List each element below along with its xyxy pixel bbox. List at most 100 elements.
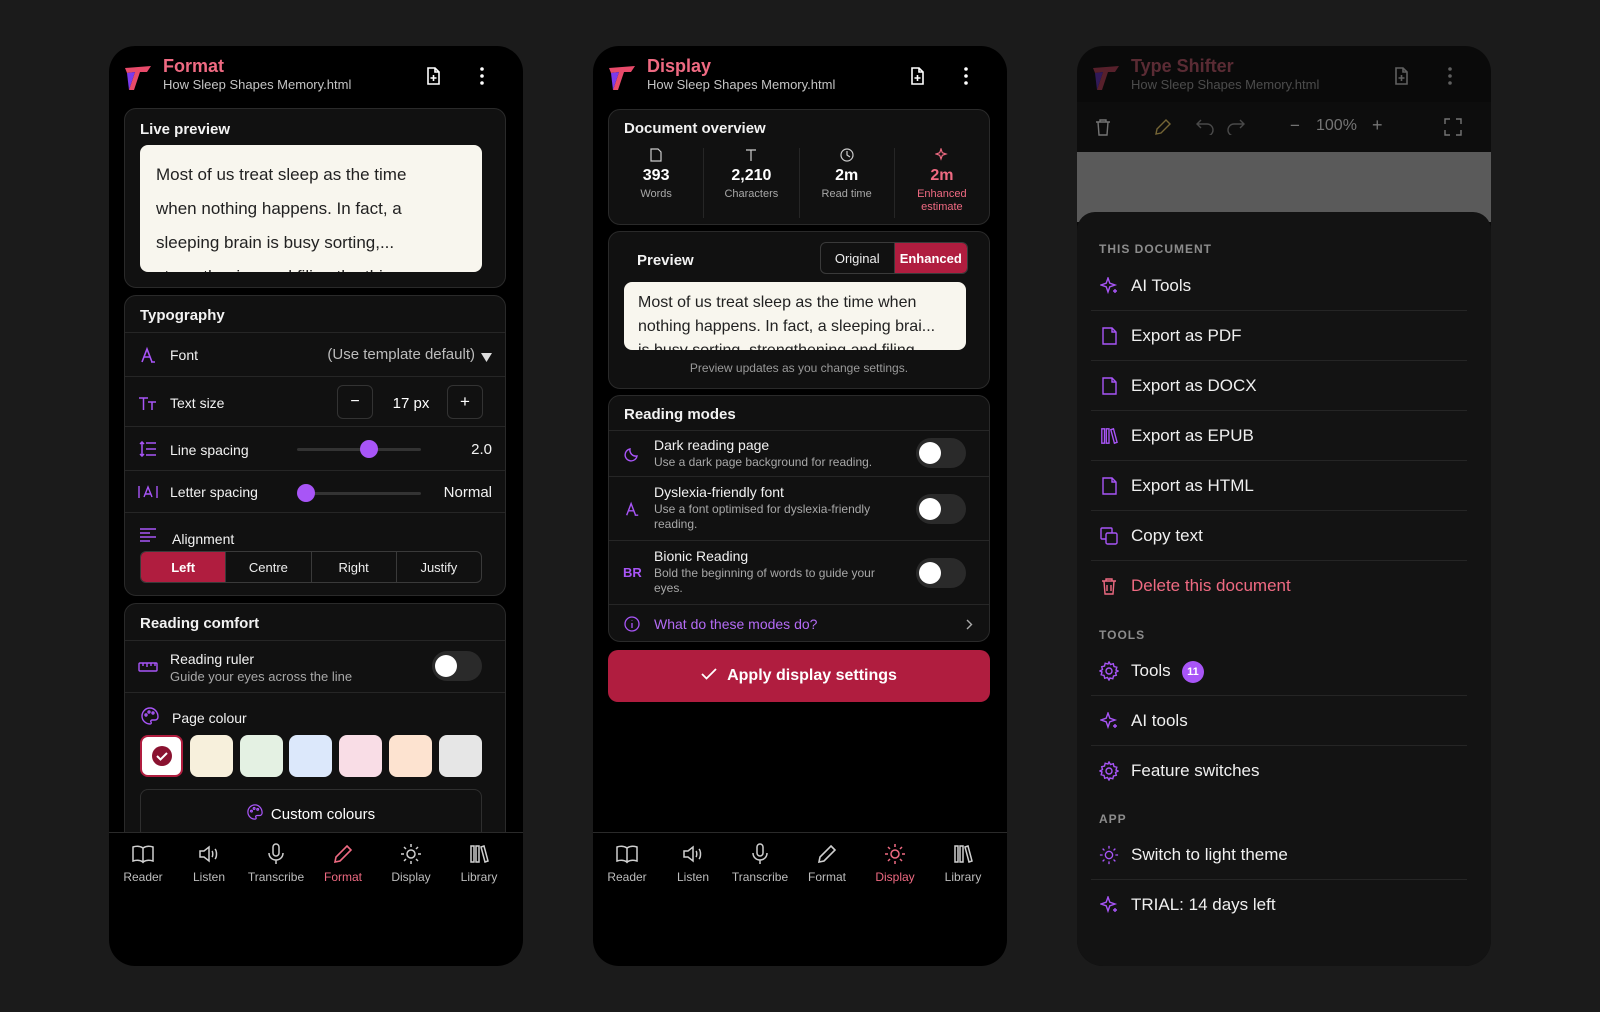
new-document-icon[interactable]	[421, 64, 445, 88]
menu-switch-theme[interactable]: Switch to light theme	[1091, 830, 1467, 880]
more-options-icon[interactable]	[470, 64, 494, 88]
dark-reading-toggle[interactable]	[916, 438, 966, 468]
menu-export-docx[interactable]: Export as DOCX	[1091, 361, 1467, 411]
nav-listen[interactable]: Listen	[175, 841, 243, 884]
highlighter-icon[interactable]	[1154, 118, 1172, 141]
nav-listen[interactable]: Listen	[659, 841, 727, 884]
custom-colours-label: Custom colours	[270, 805, 376, 823]
preview-line: when nothing happens. In fact, a	[156, 199, 402, 218]
fullscreen-icon[interactable]	[1444, 118, 1462, 141]
more-options-icon[interactable]	[954, 64, 978, 88]
colour-swatch[interactable]	[389, 735, 432, 777]
reading-comfort-card: Reading comfort Reading ruler Guide your…	[124, 603, 506, 843]
palette-icon	[140, 706, 160, 726]
colour-swatch[interactable]	[438, 735, 482, 777]
bottom-navigation: Reader Listen Transcribe Format Display …	[593, 832, 1007, 896]
new-document-icon[interactable]	[1389, 64, 1413, 88]
tools-count-badge: 11	[1182, 661, 1204, 683]
original-option[interactable]: Original	[821, 243, 894, 273]
colour-swatch[interactable]	[339, 735, 383, 777]
menu-copy-text[interactable]: Copy text	[1091, 511, 1467, 561]
menu-export-pdf[interactable]: Export as PDF	[1091, 311, 1467, 361]
slider-thumb[interactable]	[360, 440, 378, 458]
nav-display[interactable]: Display	[377, 841, 445, 884]
letter-spacing-row: Letter spacing Normal	[125, 470, 505, 512]
nav-library[interactable]: Library	[929, 841, 997, 884]
file-icon	[1099, 326, 1119, 346]
nav-format[interactable]: Format	[309, 841, 377, 884]
apply-button-label: Apply display settings	[727, 667, 897, 684]
line-spacing-label: Line spacing	[170, 442, 249, 458]
font-value[interactable]: (Use template default)	[327, 346, 475, 363]
slider-thumb[interactable]	[297, 484, 315, 502]
text-icon	[704, 148, 798, 167]
menu-export-html[interactable]: Export as HTML	[1091, 461, 1467, 511]
colour-swatch[interactable]	[189, 735, 233, 777]
help-link-row[interactable]: What do these modes do?	[609, 604, 989, 642]
nav-reader[interactable]: Reader	[109, 841, 177, 884]
gear-icon	[1099, 761, 1119, 781]
align-left-option[interactable]: Left	[141, 552, 226, 582]
line-spacing-slider[interactable]	[297, 448, 421, 451]
nav-transcribe[interactable]: Transcribe	[242, 841, 310, 884]
menu-feature-switches[interactable]: Feature switches	[1091, 746, 1467, 796]
reading-comfort-heading: Reading comfort	[140, 615, 260, 632]
menu-trial-status[interactable]: TRIAL: 14 days left	[1091, 880, 1467, 930]
menu-sheet: THIS DOCUMENT AI Tools Export as PDF Exp…	[1077, 212, 1491, 966]
zoom-in-icon[interactable]: +	[1372, 115, 1383, 136]
align-justify-option[interactable]: Justify	[395, 552, 481, 582]
nav-library[interactable]: Library	[445, 841, 513, 884]
colour-swatch[interactable]	[289, 735, 333, 777]
menu-delete-document[interactable]: Delete this document	[1091, 561, 1467, 611]
decrease-size-button[interactable]: −	[337, 385, 373, 419]
reading-ruler-row: Reading ruler Guide your eyes across the…	[125, 640, 505, 692]
undo-icon[interactable]	[1196, 119, 1214, 140]
menu-ai-tools-secondary[interactable]: AI tools	[1091, 696, 1467, 746]
font-row[interactable]: Font (Use template default)	[125, 332, 505, 376]
zoom-out-icon[interactable]: −	[1290, 116, 1300, 136]
menu-export-epub[interactable]: Export as EPUB	[1091, 411, 1467, 461]
font-icon	[622, 499, 642, 519]
trash-icon[interactable]	[1095, 118, 1111, 141]
nav-label: Library	[944, 870, 982, 884]
colour-swatch-selected[interactable]	[140, 735, 183, 777]
nav-format[interactable]: Format	[793, 841, 861, 884]
more-options-icon[interactable]	[1438, 64, 1462, 88]
align-centre-option[interactable]: Centre	[225, 552, 310, 582]
nav-transcribe[interactable]: Transcribe	[726, 841, 794, 884]
help-link[interactable]: What do these modes do?	[654, 616, 817, 632]
file-name: How Sleep Shapes Memory.html	[647, 77, 836, 92]
nav-display[interactable]: Display	[861, 841, 929, 884]
menu-label: Switch to light theme	[1131, 845, 1288, 864]
letter-spacing-label: Letter spacing	[170, 484, 258, 500]
nav-label: Reader	[607, 870, 647, 884]
section-header: APP	[1099, 812, 1127, 826]
bionic-reading-toggle[interactable]	[916, 558, 966, 588]
live-preview-card: Live preview Most of us treat sleep as t…	[124, 108, 506, 288]
preview-mode-toggle[interactable]: Original Enhanced	[820, 242, 968, 274]
menu-tools[interactable]: Tools 11	[1091, 646, 1467, 696]
line-spacing-icon	[138, 439, 158, 459]
align-right-option[interactable]: Right	[310, 552, 396, 582]
reading-ruler-toggle[interactable]	[432, 651, 482, 681]
alignment-segmented-control[interactable]: Left Centre Right Justify	[140, 551, 482, 583]
live-preview-box: Most of us treat sleep as the time when …	[140, 145, 482, 272]
apply-display-settings-button[interactable]: Apply display settings	[608, 650, 990, 702]
menu-ai-tools[interactable]: AI Tools	[1091, 261, 1467, 311]
enhanced-option[interactable]: Enhanced	[893, 243, 967, 273]
stat-value: 2m	[835, 167, 859, 184]
dropdown-icon[interactable]	[481, 349, 492, 367]
nav-label: Listen	[676, 870, 710, 884]
document-overview-card: Document overview 393 Words 2,210 Charac…	[608, 109, 990, 225]
stat-label: Enhanced estimate	[917, 188, 967, 213]
new-document-icon[interactable]	[905, 64, 929, 88]
increase-size-button[interactable]: +	[447, 385, 483, 419]
dyslexia-font-toggle[interactable]	[916, 494, 966, 524]
book-icon	[593, 841, 661, 867]
nav-reader[interactable]: Reader	[593, 841, 661, 884]
nav-label: Library	[460, 870, 498, 884]
redo-icon[interactable]	[1227, 119, 1245, 140]
letter-spacing-slider[interactable]	[305, 492, 421, 495]
clock-icon	[800, 148, 894, 167]
colour-swatch[interactable]	[239, 735, 283, 777]
